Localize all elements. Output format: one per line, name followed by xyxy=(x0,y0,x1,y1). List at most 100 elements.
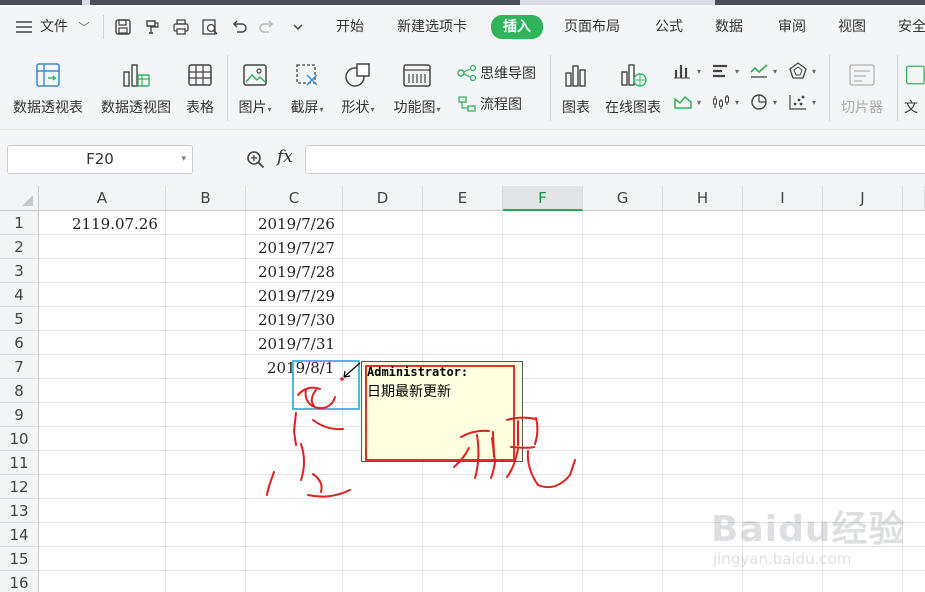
customize-toolbar-icon[interactable] xyxy=(288,17,308,37)
print-preview-icon[interactable] xyxy=(200,17,220,37)
tab-data[interactable]: 数据 xyxy=(715,16,743,38)
menu-bar: 文件 ﹀ 开始 新建选项卡 插入 页面布局 公式 数据 审阅 视图 安全 xyxy=(0,5,925,47)
row-header-8[interactable]: 8 xyxy=(0,379,39,403)
row-header-14[interactable]: 14 xyxy=(0,523,39,547)
column-header-b[interactable]: B xyxy=(166,186,246,211)
function-chart-button[interactable]: 功能图▾ xyxy=(389,57,445,117)
pie-chart-icon xyxy=(751,94,767,110)
cell-A1[interactable]: 2119.07.26 xyxy=(72,212,158,236)
line-chart-dropdown[interactable]: ▾ xyxy=(749,62,777,80)
ribbon-insert: 数据透视表 数据透视图 表格 图片▾ 截屏▾ 形状▾ 功能图▾ 思维导图 流程图… xyxy=(0,47,925,130)
mind-map-button[interactable]: 思维导图 xyxy=(457,63,536,83)
tab-view[interactable]: 视图 xyxy=(838,16,866,38)
format-painter-icon[interactable] xyxy=(142,17,162,37)
text-button[interactable]: 文 xyxy=(904,57,925,117)
row-header-10[interactable]: 10 xyxy=(0,427,39,451)
baidu-jingyan-watermark: Baidu经验 jingyan.baidu.com xyxy=(705,492,920,582)
row-gridline xyxy=(39,330,925,331)
hamburger-menu-icon[interactable] xyxy=(14,17,34,37)
tab-formulas[interactable]: 公式 xyxy=(655,16,683,38)
save-icon[interactable] xyxy=(113,17,133,37)
column-header-d[interactable]: D xyxy=(343,186,423,211)
caret-down-icon: ▾ xyxy=(735,97,740,107)
scatter-chart-dropdown[interactable]: ▾ xyxy=(788,93,816,111)
column-chart-dropdown[interactable]: ▾ xyxy=(673,62,701,80)
cell-comment[interactable]: Administrator: 日期最新更新 xyxy=(361,361,523,462)
column-header-f[interactable]: F xyxy=(503,186,583,211)
tab-new-tab[interactable]: 新建选项卡 xyxy=(397,16,467,38)
shapes-button[interactable]: 形状▾ xyxy=(337,57,379,117)
column-header-filler xyxy=(903,186,925,211)
online-chart-icon xyxy=(602,57,664,93)
row-header-13[interactable]: 13 xyxy=(0,499,39,523)
area-chart-dropdown[interactable]: ▾ xyxy=(673,93,701,111)
radar-chart-icon xyxy=(789,62,807,79)
column-header-c[interactable]: C xyxy=(246,186,343,211)
comment-highlight-frame xyxy=(365,365,515,461)
divider xyxy=(550,55,551,121)
bar-chart-dropdown[interactable]: ▾ xyxy=(711,62,739,80)
row-header-1[interactable]: 1 xyxy=(0,211,39,235)
row-header-5[interactable]: 5 xyxy=(0,307,39,331)
slicer-button[interactable]: 切片器 xyxy=(836,57,888,117)
cell-C2[interactable]: 2019/7/27 xyxy=(258,236,335,260)
pie-chart-dropdown[interactable]: ▾ xyxy=(749,93,777,111)
column-header-h[interactable]: H xyxy=(663,186,743,211)
zoom-lookup-icon[interactable] xyxy=(246,150,266,174)
select-all-corner[interactable] xyxy=(0,186,39,211)
row-header-15[interactable]: 15 xyxy=(0,547,39,571)
cell-C4[interactable]: 2019/7/29 xyxy=(258,284,335,308)
flowchart-button[interactable]: 流程图 xyxy=(457,94,522,114)
insert-function-button[interactable]: fx xyxy=(277,147,293,167)
stock-chart-icon xyxy=(713,95,729,109)
pivot-table-label: 数据透视表 xyxy=(13,100,83,116)
column-header-g[interactable]: G xyxy=(583,186,663,211)
cell-C1[interactable]: 2019/7/26 xyxy=(258,212,335,236)
comment-text: 日期最新更新 xyxy=(367,384,451,400)
horizontal-bar-icon xyxy=(713,64,727,78)
online-chart-button[interactable]: 在线图表 xyxy=(602,57,664,117)
tab-page-layout[interactable]: 页面布局 xyxy=(564,16,620,38)
column-header-i[interactable]: I xyxy=(743,186,823,211)
pivot-chart-button[interactable]: 数据透视图 xyxy=(96,57,176,117)
redo-icon[interactable] xyxy=(257,17,277,37)
radar-chart-dropdown[interactable]: ▾ xyxy=(788,62,816,80)
picture-button[interactable]: 图片▾ xyxy=(234,57,276,117)
function-chart-icon xyxy=(389,57,445,93)
undo-icon[interactable] xyxy=(229,17,249,37)
divider xyxy=(103,15,104,39)
stock-chart-dropdown[interactable]: ▾ xyxy=(711,93,739,111)
row-header-3[interactable]: 3 xyxy=(0,259,39,283)
column-header-j[interactable]: J xyxy=(823,186,903,211)
chart-button[interactable]: 图表 xyxy=(558,57,594,117)
row-header-6[interactable]: 6 xyxy=(0,331,39,355)
formula-input[interactable] xyxy=(305,145,925,174)
row-header-4[interactable]: 4 xyxy=(0,283,39,307)
cell-C3[interactable]: 2019/7/28 xyxy=(258,260,335,284)
name-box[interactable]: F20 ▾ xyxy=(7,145,193,174)
watermark-logo: Baidu经验 xyxy=(711,509,906,550)
tab-review[interactable]: 审阅 xyxy=(778,16,806,38)
row-header-2[interactable]: 2 xyxy=(0,235,39,259)
cell-C5[interactable]: 2019/7/30 xyxy=(258,308,335,332)
screenshot-button[interactable]: 截屏▾ xyxy=(286,57,328,117)
column-header-e[interactable]: E xyxy=(423,186,503,211)
cell-C7[interactable]: 2019/8/1 xyxy=(267,356,334,380)
table-button[interactable]: 表格 xyxy=(182,57,218,117)
picture-icon xyxy=(234,57,276,93)
print-icon[interactable] xyxy=(171,17,191,37)
tab-home[interactable]: 开始 xyxy=(336,16,364,38)
pivot-table-button[interactable]: 数据透视表 xyxy=(8,57,88,117)
row-header-12[interactable]: 12 xyxy=(0,475,39,499)
row-header-7[interactable]: 7 xyxy=(0,355,39,379)
column-chart-icon xyxy=(674,65,690,79)
cell-C6[interactable]: 2019/7/31 xyxy=(258,332,335,356)
chevron-down-icon[interactable]: ▾ xyxy=(181,146,186,173)
row-header-9[interactable]: 9 xyxy=(0,403,39,427)
column-header-a[interactable]: A xyxy=(39,186,166,211)
row-header-16[interactable]: 16 xyxy=(0,571,39,592)
tab-insert[interactable]: 插入 xyxy=(491,15,543,39)
row-header-11[interactable]: 11 xyxy=(0,451,39,475)
tab-security[interactable]: 安全 xyxy=(898,16,925,38)
file-menu[interactable]: 文件 ﹀ xyxy=(40,16,89,38)
